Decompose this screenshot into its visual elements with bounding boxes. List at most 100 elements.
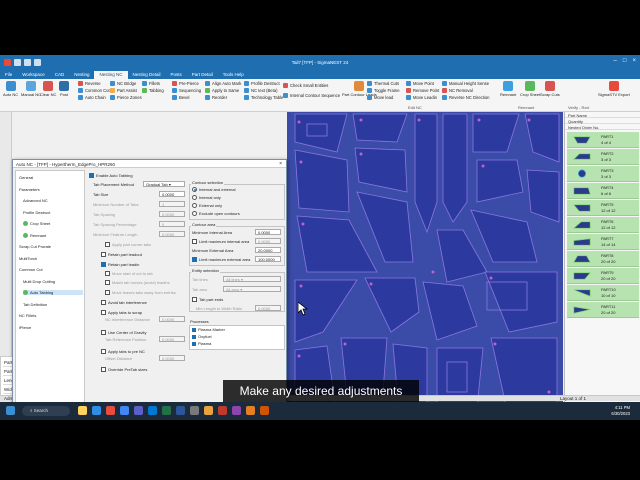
pierce-zones-button[interactable]: Pierce Zones [110, 95, 142, 100]
profile-destruct-button[interactable]: Profile Destruct [244, 81, 280, 86]
outlook-icon[interactable] [148, 406, 157, 415]
nc-interference-input[interactable]: 0.0000 [159, 316, 185, 322]
app-icon[interactable] [190, 406, 199, 415]
tab-spacing-input[interactable]: 0.0000 [159, 211, 185, 217]
part-row[interactable]: PART1 4 of 4 [567, 132, 639, 148]
option-avoid-tab-interference-checkbox[interactable]: Avoid tab interference [101, 300, 147, 305]
close-icon[interactable]: × [632, 58, 636, 64]
contour-option-exclude-open-contours-radio[interactable]: Exclude open contours [192, 211, 240, 216]
bevel-button[interactable]: Bevel [172, 95, 189, 100]
tree-item-crop-sheet[interactable]: Crop Sheet [23, 221, 83, 226]
chrome-icon[interactable] [120, 406, 129, 415]
tree-item-parameters[interactable]: Parameters [19, 187, 83, 192]
manual-height-sense-button[interactable]: Manual Height Sense [442, 81, 489, 86]
menu-tab-nesting[interactable]: Nesting [69, 71, 94, 79]
sequencing-button[interactable]: Sequencing [172, 88, 201, 93]
technology-table-button[interactable]: Technology Table [244, 95, 283, 100]
part-row[interactable]: PART6 12 of 12 [567, 217, 639, 233]
tree-item-tab-definition[interactable]: Tab Definition [23, 302, 83, 307]
option-move-start-of-cut-to-tab-checkbox[interactable]: Move start of cut to tab [105, 271, 153, 276]
limit-max-internal-checkbox[interactable]: Limit maximum internal area [192, 239, 249, 244]
part-row[interactable]: PART2 3 of 3 [567, 149, 639, 165]
reverse-button[interactable]: Reverse [78, 81, 101, 86]
check-small-entities-button[interactable]: Check Small Entities [283, 83, 328, 88]
menu-tab-tools-help[interactable]: Tools Help [218, 71, 249, 79]
menu-tab-posts[interactable]: Posts [166, 71, 187, 79]
option-apply-tabs-to-pre-nc-checkbox[interactable]: Apply tabs to pre NC [101, 349, 145, 354]
option-move-leaves-tabs-away-from-entries-checkbox[interactable]: Move leaves tabs away from entries [105, 290, 176, 295]
remove-point-button[interactable]: Remove Point [406, 88, 439, 93]
process-plasma[interactable]: Plasma [192, 341, 211, 346]
process-plasma-marker[interactable]: Plasma Marker [192, 327, 225, 332]
auto-chain-button[interactable]: Auto Chain [78, 95, 106, 100]
part-row[interactable]: PART9 20 of 20 [567, 268, 639, 284]
tree-item-advanced-nc[interactable]: Advanced NC [23, 198, 83, 203]
menu-tab-file[interactable]: File [0, 71, 17, 79]
app-icon[interactable] [204, 406, 213, 415]
app-icon[interactable] [246, 406, 255, 415]
option-override-pretab-sizes-checkbox[interactable]: Override PreTab sizes [101, 367, 147, 372]
min-internal-area-input[interactable]: 0.0000 [255, 229, 281, 235]
contour-option-external-only-radio[interactable]: External only [192, 203, 222, 208]
option-retain-part-leadout-checkbox[interactable]: Retain part leadout [101, 252, 142, 257]
crop-sheet-button[interactable]: Crop Sheet [520, 81, 540, 97]
min-external-area-input[interactable]: 20.0000 [255, 247, 281, 253]
nc-bridge-button[interactable]: NC Bridge [110, 81, 136, 86]
menu-tab-nesting-detail[interactable]: Nesting Detail [128, 71, 166, 79]
tree-item-general[interactable]: General [19, 175, 83, 180]
part-row[interactable]: PART3 3 of 3 [567, 166, 639, 182]
tree-item-common-cut[interactable]: Common Cut [19, 267, 83, 272]
dialog-close-icon[interactable]: × [279, 161, 282, 167]
max-internal-area-input[interactable]: 0.0000 [255, 238, 281, 244]
tree-item-profile-destruct[interactable]: Profile Destruct [23, 210, 83, 215]
process-oxyfuel[interactable]: Oxyfuel [192, 334, 212, 339]
app-icon[interactable] [232, 406, 241, 415]
tab-arcs-select[interactable]: All arcs ▾ [223, 286, 281, 292]
remnant-button[interactable]: Remnant [500, 81, 516, 97]
reverse-nc-direction-button[interactable]: Reverse NC Direction [442, 95, 490, 100]
part-row[interactable]: PART11 20 of 20 [567, 302, 639, 318]
tab-lines-select[interactable]: All lines ▾ [223, 276, 281, 282]
sigmastv-export-button[interactable]: SigmaSTV Export [598, 81, 630, 97]
common-cut-button[interactable]: Common Cut [78, 88, 110, 93]
nc-text-button[interactable]: NC text (Beta) [244, 88, 278, 93]
sigmanest-app-icon[interactable] [106, 406, 115, 415]
word-icon[interactable] [176, 406, 185, 415]
move-leadin-button[interactable]: Move Leadin [406, 95, 437, 100]
menu-tab-cad[interactable]: CAD [50, 71, 70, 79]
min-tabs-input[interactable]: 1 [159, 201, 185, 207]
pre-pierce-button[interactable]: Pre-Pierce [172, 81, 199, 86]
tabbing-button[interactable]: Tabbing [142, 88, 164, 93]
thermal-cuts-button[interactable]: Thermal Cuts [367, 81, 399, 86]
toggle-frame-button[interactable]: Toggle Frame [367, 88, 400, 93]
reorder-button[interactable]: Reorder [205, 95, 227, 100]
taskbar-search-box[interactable]: ⌕ Search [22, 406, 70, 416]
option-use-center-of-gravity-checkbox[interactable]: Use Center of Gravity [101, 330, 146, 335]
auto-nc-button[interactable]: Auto NC [3, 81, 18, 97]
part-row[interactable]: PART8 20 of 20 [567, 251, 639, 267]
nc-removal-button[interactable]: NC Removal [442, 88, 473, 93]
internal-contour-sequence-button[interactable]: Internal Contour Sequence [283, 93, 340, 98]
part-row[interactable]: PART5 12 of 12 [567, 200, 639, 216]
min-length-ratio-input[interactable]: 0.0000 [255, 305, 281, 311]
tree-item-nc-fillets[interactable]: NC Fillets [19, 313, 83, 318]
scrap-cuts-button[interactable]: Scrap Cuts [540, 81, 560, 97]
option-retain-part-leadin-checkbox[interactable]: Retain part leadin [101, 262, 139, 267]
contour-option-internal-and-external-radio[interactable]: Internal and external [192, 187, 235, 192]
tab-ratio-input[interactable]: 0 [159, 221, 185, 227]
fillets-button[interactable]: Fillets [142, 81, 160, 86]
app-icon[interactable] [218, 406, 227, 415]
option-apply-part-corner-tabs-checkbox[interactable]: Apply part corner tabs [105, 242, 151, 247]
tab-reference-position-input[interactable]: 0.0000 [159, 336, 185, 342]
option-apply-tabs-to-scrap-checkbox[interactable]: Apply tabs to scrap [101, 310, 142, 315]
tab-placement-method-select[interactable]: Gradual Tab ▾ [143, 181, 185, 187]
tab-part-ends-checkbox[interactable]: Tab part ends [192, 297, 223, 302]
part-assist-button[interactable]: Part Assist [110, 88, 137, 93]
menu-tab-nesting-nc[interactable]: Nesting NC [94, 71, 128, 79]
post-button[interactable]: Post [59, 81, 69, 97]
file-explorer-icon[interactable] [78, 406, 87, 415]
move-lead-button[interactable]: Move lead [367, 95, 393, 100]
menu-tab-workspace[interactable]: Workspace [17, 71, 49, 79]
align-auto-mark-button[interactable]: Align Auto Mark [205, 81, 241, 86]
max-external-area-input[interactable]: 100.0000 [255, 256, 281, 262]
